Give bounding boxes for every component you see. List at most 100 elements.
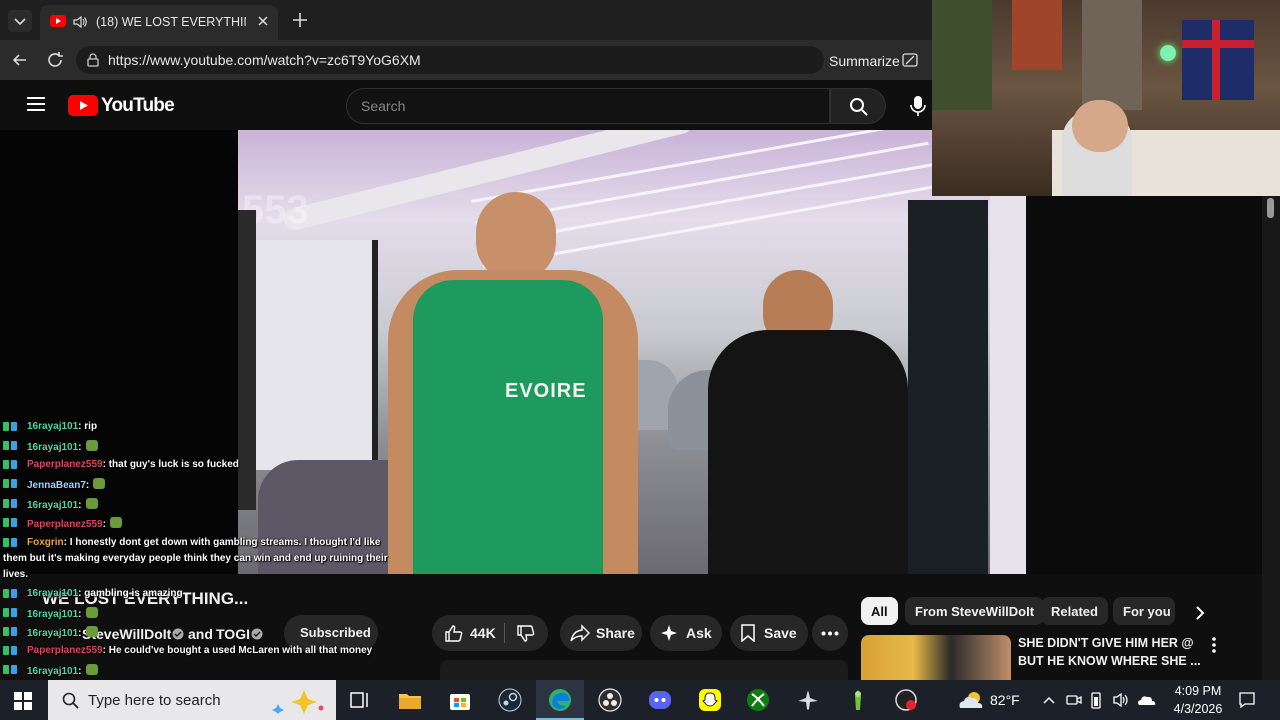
- chat-username[interactable]: 16rayaj101: [27, 588, 78, 599]
- tab-actions-button[interactable]: [8, 10, 32, 32]
- chevron-right-icon[interactable]: [1192, 604, 1208, 622]
- description-box[interactable]: [440, 660, 848, 680]
- chat-emote-icon: [85, 664, 98, 675]
- onedrive-cloud-icon[interactable]: [1136, 693, 1156, 707]
- snapchat-icon[interactable]: [698, 688, 722, 712]
- chat-username[interactable]: JennaBean7: [27, 480, 86, 491]
- chat-text: : gambling is amazing: [78, 588, 183, 599]
- file-explorer-icon[interactable]: [398, 688, 422, 712]
- search-input[interactable]: Search: [346, 88, 830, 124]
- dislike-icon[interactable]: [516, 625, 536, 643]
- summarize-button[interactable]: Summarize: [829, 53, 900, 69]
- youtube-header: YouTube Search: [4, 80, 932, 130]
- clock-time[interactable]: 4:09 PM: [1168, 684, 1228, 698]
- chip-related[interactable]: Related: [1041, 597, 1108, 625]
- flight-sim-icon[interactable]: [796, 688, 820, 712]
- recommended-title-line2[interactable]: BUT HE KNOW WHERE SHE ...: [1018, 654, 1201, 668]
- more-actions-button[interactable]: [812, 615, 848, 651]
- share-button[interactable]: Share: [560, 615, 642, 651]
- chat-username[interactable]: Paperplanez559: [27, 519, 103, 530]
- like-divider: [504, 623, 505, 643]
- browser-tab[interactable]: (18) WE LOST EVERYTHING...: [40, 5, 278, 40]
- recommended-thumbnail[interactable]: [861, 635, 1011, 680]
- chat-message: them but it's making everyday people thi…: [3, 553, 388, 564]
- search-button[interactable]: [830, 88, 886, 124]
- chip-from-channel[interactable]: From SteveWillDoIt: [905, 597, 1045, 625]
- chat-badge-icon: [3, 538, 23, 548]
- chat-text: :: [78, 500, 82, 511]
- recording-app-icon[interactable]: [894, 688, 918, 712]
- notification-icon[interactable]: [1238, 691, 1256, 709]
- meet-now-icon[interactable]: [1066, 693, 1082, 707]
- edge-active-tile[interactable]: [536, 680, 584, 720]
- more-horizontal-icon: [821, 631, 839, 636]
- xbox-icon[interactable]: [746, 688, 770, 712]
- taskbar-search-field[interactable]: Type here to search: [48, 680, 336, 720]
- chat-username[interactable]: 16rayaj101: [27, 442, 78, 453]
- save-button[interactable]: Save: [730, 615, 808, 651]
- chip-all[interactable]: All: [861, 597, 898, 625]
- black-shirt: [708, 330, 908, 574]
- recommended-title-line1[interactable]: SHE DIDN'T GIVE HIM HER @: [1018, 636, 1194, 650]
- battery-icon[interactable]: [1090, 691, 1102, 709]
- tab-strip: (18) WE LOST EVERYTHING...: [0, 0, 932, 40]
- chat-username[interactable]: 16rayaj101: [27, 628, 78, 639]
- chat-username[interactable]: 16rayaj101: [27, 609, 78, 620]
- obs-icon[interactable]: [598, 688, 622, 712]
- video-frame[interactable]: 553 EVOIRE: [238, 130, 1026, 574]
- chat-message: 16rayaj101:: [3, 440, 98, 453]
- ask-button[interactable]: Ask: [650, 615, 722, 651]
- more-vertical-icon[interactable]: [1208, 636, 1220, 654]
- tray-chevron-up-icon[interactable]: [1042, 694, 1056, 706]
- task-view-icon[interactable]: [348, 688, 372, 712]
- steam-icon[interactable]: [498, 688, 522, 712]
- chat-username[interactable]: Paperplanez559: [27, 459, 103, 470]
- chat-message: 16rayaj101:: [3, 607, 98, 620]
- search-highlight-icon: [272, 690, 324, 714]
- like-count[interactable]: 44K: [470, 625, 496, 641]
- scrollbar-thumb[interactable]: [1267, 198, 1274, 218]
- menu-icon[interactable]: [26, 96, 46, 112]
- game-app-icon[interactable]: [846, 688, 870, 712]
- chat-username[interactable]: 16rayaj101: [27, 500, 78, 511]
- chat-message: Paperplanez559: that guy's luck is so fu…: [3, 459, 239, 470]
- close-tab-icon[interactable]: [256, 14, 270, 28]
- search-placeholder: Search: [361, 98, 406, 114]
- chat-emote-icon: [85, 626, 98, 637]
- chat-text: :: [85, 480, 90, 491]
- scrollbar[interactable]: [1262, 196, 1280, 680]
- site-info-icon[interactable]: [86, 53, 100, 67]
- url-field[interactable]: https://www.youtube.com/watch?v=zc6T9YoG…: [76, 46, 824, 74]
- speaker-icon[interactable]: [72, 15, 88, 29]
- microsoft-store-icon[interactable]: [448, 688, 472, 712]
- volume-icon[interactable]: [1112, 692, 1130, 708]
- player-right-area: [1026, 196, 1262, 574]
- youtube-logo[interactable]: [68, 95, 98, 116]
- chat-username[interactable]: 16rayaj101: [27, 421, 78, 432]
- windows-taskbar: Type here to search 82°F 4:09 PM 4/3/202…: [0, 680, 1280, 720]
- chat-username[interactable]: Paperplanez559: [27, 645, 103, 656]
- flag-cross-h: [1182, 40, 1254, 48]
- clock-date[interactable]: 4/3/2026: [1162, 702, 1234, 716]
- refresh-icon[interactable]: [46, 51, 66, 69]
- chat-username[interactable]: 16rayaj101: [27, 666, 78, 677]
- summarize-icon[interactable]: [901, 52, 919, 68]
- new-tab-icon[interactable]: [290, 11, 310, 29]
- jersey-text: EVOIRE: [505, 380, 587, 402]
- back-arrow-icon[interactable]: [10, 51, 30, 69]
- chat-username[interactable]: Foxgrin: [27, 537, 64, 548]
- windows-start-icon[interactable]: [14, 692, 32, 710]
- sparkle-icon: [661, 625, 677, 641]
- pillar: [908, 200, 988, 574]
- chat-message: Paperplanez559: He could've bought a use…: [3, 645, 372, 656]
- collab-channel[interactable]: TOGI: [216, 626, 250, 642]
- share-icon: [570, 624, 590, 642]
- discord-icon[interactable]: [648, 688, 672, 712]
- weather-temp[interactable]: 82°F: [990, 692, 1020, 708]
- chat-badge-icon: [3, 441, 23, 451]
- microphone-icon[interactable]: [910, 95, 926, 117]
- weather-cloud-icon[interactable]: [956, 690, 986, 710]
- chip-for-you[interactable]: For you: [1113, 597, 1175, 625]
- chat-badge-icon: [3, 627, 23, 637]
- like-icon[interactable]: [444, 624, 464, 642]
